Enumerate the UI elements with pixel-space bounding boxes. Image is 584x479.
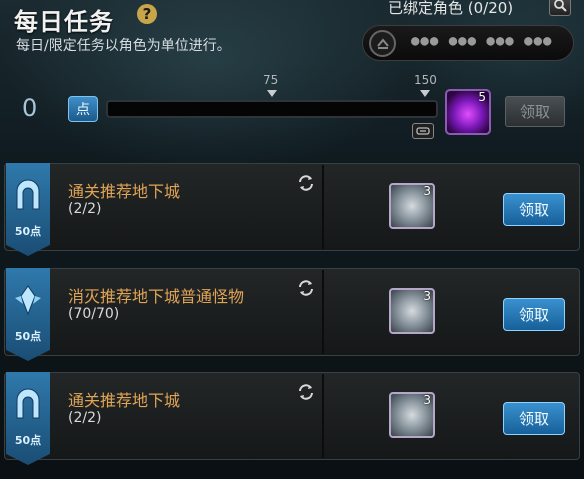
points-ribbon: 50点 (6, 372, 50, 465)
milestone-marker (267, 90, 277, 97)
points-progress-bar (106, 100, 438, 118)
milestone-marker (420, 90, 430, 97)
quest-name: 通关推荐地下城 (68, 182, 181, 201)
divider (322, 374, 324, 458)
reward-item[interactable]: 3 (389, 288, 435, 334)
refresh-icon[interactable] (296, 382, 316, 402)
quest-progress: (70/70) (68, 306, 120, 322)
page-subtitle: 每日/限定任务以角色为单位进行。 (16, 38, 231, 54)
quest-row: 50点 消灭推荐地下城普通怪物 (70/70) 3 领取 (4, 268, 580, 361)
character-name: ●●● ●●● ●●● ●●● (411, 33, 553, 49)
points-badge: 点 (68, 96, 98, 122)
divider (322, 165, 324, 249)
quest-points: 50点 (14, 330, 42, 343)
crystal-monster-icon (10, 282, 46, 318)
character-link-icon (369, 30, 396, 57)
reward-count: 5 (478, 90, 486, 104)
milestone-reward-orb[interactable]: 5 (445, 89, 491, 135)
dungeon-gate-icon (10, 177, 46, 213)
reward-item[interactable]: 3 (389, 392, 435, 438)
claim-button[interactable]: 领取 (503, 402, 565, 435)
quest-progress: (2/2) (68, 410, 102, 426)
claim-button[interactable]: 领取 (503, 193, 565, 226)
refresh-icon[interactable] (296, 278, 316, 298)
dungeon-gate-icon (10, 386, 46, 422)
quest-points: 50点 (14, 434, 42, 447)
page-title: 每日任务 (14, 8, 114, 36)
quest-row: 50点 通关推荐地下城 (2/2) 3 领取 (4, 163, 580, 256)
reward-count: 3 (423, 393, 431, 407)
link-icon[interactable] (412, 123, 434, 139)
bound-characters-label: 已绑定角色 (0/20) (388, 0, 514, 17)
quest-progress: (2/2) (68, 201, 102, 217)
milestone-label: 150 (414, 73, 437, 87)
reward-item[interactable]: 3 (389, 183, 435, 229)
search-icon (554, 0, 567, 12)
points-ribbon: 50点 (6, 163, 50, 256)
quest-name: 通关推荐地下城 (68, 391, 181, 410)
question-mark-icon[interactable]: ? (137, 4, 157, 24)
quest-row: 50点 通关推荐地下城 (2/2) 3 领取 (4, 372, 580, 465)
character-select[interactable]: ●●● ●●● ●●● ●●● (362, 25, 574, 61)
divider (322, 270, 324, 354)
points-value: 0 (22, 94, 38, 122)
refresh-icon[interactable] (296, 173, 316, 193)
points-ribbon: 50点 (6, 268, 50, 361)
milestone-label: 75 (263, 73, 279, 87)
claim-button[interactable]: 领取 (503, 298, 565, 331)
search-button[interactable] (549, 0, 571, 16)
quest-points: 50点 (14, 225, 42, 238)
claim-milestone-button[interactable]: 领取 (505, 96, 565, 127)
reward-count: 3 (423, 289, 431, 303)
reward-count: 3 (423, 184, 431, 198)
quest-name: 消灭推荐地下城普通怪物 (68, 287, 245, 306)
